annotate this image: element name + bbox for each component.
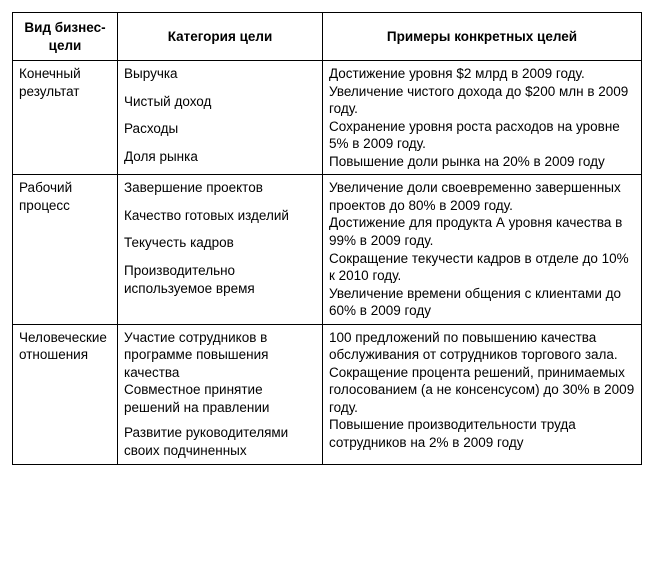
category-cell: Завершение проектов Качество готовых изд… — [118, 175, 323, 324]
example-item: Увеличение времени общения с клиентами д… — [329, 285, 635, 320]
example-item: Увеличение доли своевременно завершенных… — [329, 179, 635, 214]
category-item: Текучесть кадров — [124, 234, 316, 252]
category-item: Производительно используемое время — [124, 262, 316, 297]
category-item: Выручка — [124, 65, 316, 83]
example-cell: Увеличение доли своевременно завершенных… — [323, 175, 642, 324]
table-row: Человеческие отношения Участие сотрудник… — [13, 324, 642, 464]
category-item: Участие сотрудников в программе повышени… — [124, 329, 316, 382]
category-cell: Участие сотрудников в программе повышени… — [118, 324, 323, 464]
table-row: Конечный результат Выручка Чистый доход … — [13, 61, 642, 175]
example-item: Сокращение текучести кадров в отделе до … — [329, 250, 635, 285]
example-cell: 100 предложений по повышению качества об… — [323, 324, 642, 464]
example-item: Сокращение процента решений, принимаемых… — [329, 364, 635, 417]
example-item: Достижение для продукта А уровня качеств… — [329, 214, 635, 249]
example-item: Достижение уровня $2 млрд в 2009 году. — [329, 65, 635, 83]
category-item: Чистый доход — [124, 93, 316, 111]
header-category: Категория цели — [118, 13, 323, 61]
category-item: Завершение проектов — [124, 179, 316, 197]
example-item: Повышение доли рынка на 20% в 2009 году — [329, 153, 635, 171]
type-cell: Конечный результат — [13, 61, 118, 175]
category-item: Развитие руководителями своих подчиненны… — [124, 424, 316, 459]
goals-table: Вид бизнес-цели Категория цели Примеры к… — [12, 12, 642, 465]
example-item: Сохранение уровня роста расходов на уров… — [329, 118, 635, 153]
example-item: Повышение производительности труда сотру… — [329, 416, 635, 451]
example-item: Увеличение чистого дохода до $200 млн в … — [329, 83, 635, 118]
table-header-row: Вид бизнес-цели Категория цели Примеры к… — [13, 13, 642, 61]
example-cell: Достижение уровня $2 млрд в 2009 году. У… — [323, 61, 642, 175]
category-cell: Выручка Чистый доход Расходы Доля рынка — [118, 61, 323, 175]
category-item: Доля рынка — [124, 148, 316, 166]
header-type: Вид бизнес-цели — [13, 13, 118, 61]
header-examples: Примеры конкретных целей — [323, 13, 642, 61]
example-item: 100 предложений по повышению качества об… — [329, 329, 635, 364]
category-item: Качество готовых изделий — [124, 207, 316, 225]
type-cell: Человеческие отношения — [13, 324, 118, 464]
type-cell: Рабочий процесс — [13, 175, 118, 324]
category-item: Расходы — [124, 120, 316, 138]
table-row: Рабочий процесс Завершение проектов Каче… — [13, 175, 642, 324]
category-item: Совместное принятие решений на правлении — [124, 381, 316, 416]
